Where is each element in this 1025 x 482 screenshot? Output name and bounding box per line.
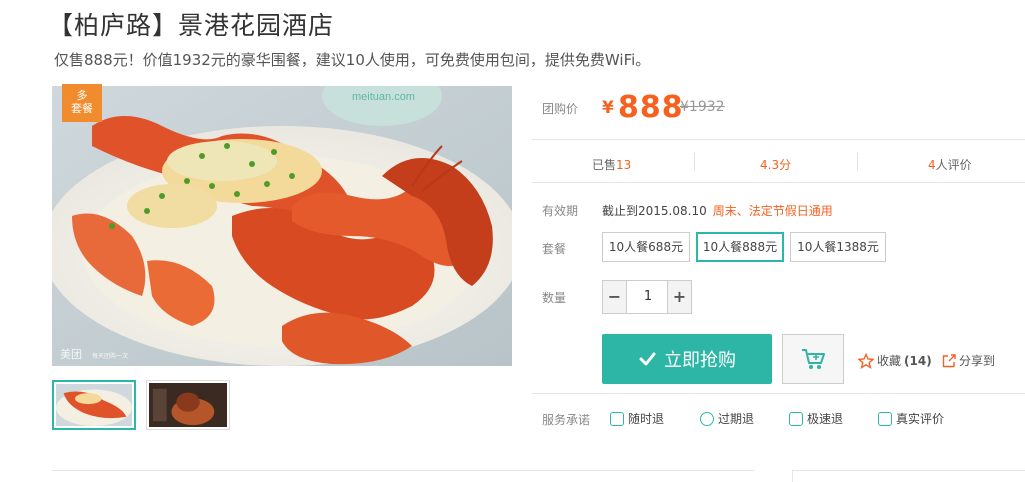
- real-reviews-icon: [878, 411, 892, 426]
- stats-divider: [857, 153, 858, 171]
- share-icon: [942, 353, 956, 367]
- tag-label: 多 套餐: [71, 89, 93, 115]
- service-item-label: 真实评价: [896, 412, 945, 426]
- image-watermark-small: 每天团购一次: [92, 352, 128, 360]
- sold-label: 已售: [592, 158, 617, 172]
- sold-number: 13: [616, 158, 632, 172]
- refund-anytime-icon: [610, 411, 624, 426]
- favorite-button[interactable]: 收藏 (14): [858, 352, 932, 369]
- package-option-1388[interactable]: 10人餐1388元: [790, 232, 886, 262]
- quantity-stepper: − 1 +: [602, 280, 692, 314]
- thumbnail-dish-image: [149, 383, 227, 427]
- page-title: 【柏庐路】景港花园酒店: [48, 11, 335, 40]
- add-to-cart-button[interactable]: [782, 334, 844, 384]
- validity-date: 截止到2015.08.10: [602, 204, 707, 218]
- service-refund-anytime[interactable]: 随时退: [610, 410, 664, 427]
- service-refund-expired[interactable]: 过期退: [700, 410, 754, 427]
- validity-value: 截止到2015.08.10 周末、法定节假日通用: [602, 202, 833, 219]
- multi-package-tag: 多 套餐: [62, 84, 102, 122]
- thumbnail-1[interactable]: [52, 380, 136, 430]
- stats-divider: [694, 153, 695, 171]
- rating-unit: 分: [779, 158, 792, 172]
- quantity-input[interactable]: 1: [627, 281, 669, 313]
- deal-subtitle: 仅售888元！价值1932元的豪华围餐，建议10人使用，可免费使用包间，提供免费…: [54, 51, 651, 69]
- quantity-decrement-button[interactable]: −: [603, 281, 627, 313]
- section-divider: [52, 470, 754, 471]
- package-option-888[interactable]: 10人餐888元: [696, 232, 784, 262]
- quantity-increment-button[interactable]: +: [667, 281, 691, 313]
- favorite-count: (14): [904, 353, 932, 368]
- package-label: 套餐: [542, 242, 567, 256]
- favorite-label: 收藏: [877, 354, 902, 368]
- service-commitments: 服务承诺 随时退 过期退 极速退 真实评价: [532, 393, 1025, 437]
- lobster-dish-illustration: meituan.com 美团 每天团购一次: [52, 86, 512, 366]
- reviews-label: 人评价: [935, 158, 972, 172]
- service-label: 服务承诺: [542, 413, 591, 427]
- currency-symbol: ¥: [602, 98, 614, 118]
- service-item-label: 过期退: [718, 412, 755, 426]
- service-real-reviews[interactable]: 真实评价: [878, 410, 944, 427]
- meituan-logo-watermark: meituan.com: [352, 91, 415, 103]
- price-label: 团购价: [542, 102, 579, 116]
- validity-note: 周末、法定节假日通用: [712, 204, 833, 218]
- price-row: 团购价 ¥ 888 ¥1932: [532, 86, 1025, 140]
- deal-price: 888: [618, 90, 684, 125]
- thumbnail-2[interactable]: [146, 380, 230, 430]
- refund-expired-icon: [700, 411, 714, 426]
- cart-icon: [802, 349, 825, 369]
- section-divider: [792, 470, 1025, 471]
- buy-now-label: 立即抢购: [664, 350, 736, 371]
- image-watermark: 美团: [60, 348, 82, 361]
- reviews-count[interactable]: 4人评价: [928, 156, 972, 173]
- original-price: ¥1932: [680, 99, 725, 115]
- thumbnail-lobster-image: [56, 384, 132, 426]
- buy-now-button[interactable]: 立即抢购: [602, 334, 772, 384]
- service-item-label: 极速退: [807, 412, 844, 426]
- rating-value: 4.3: [760, 158, 780, 172]
- stats-row: 已售13 4.3分 4人评价: [532, 143, 1025, 183]
- star-icon: [858, 352, 874, 369]
- package-option-688[interactable]: 10人餐688元: [602, 232, 690, 262]
- service-item-label: 随时退: [628, 412, 665, 426]
- share-label: 分享到: [959, 354, 996, 368]
- fast-refund-icon: [789, 411, 803, 426]
- service-fast-refund[interactable]: 极速退: [789, 410, 843, 427]
- share-button[interactable]: 分享到: [942, 352, 995, 369]
- main-product-image: meituan.com 美团 每天团购一次: [52, 86, 512, 366]
- validity-label: 有效期: [542, 204, 579, 218]
- quantity-label: 数量: [542, 291, 567, 305]
- rating[interactable]: 4.3分: [760, 156, 791, 173]
- reviews-number: 4: [928, 158, 936, 172]
- section-divider: [792, 470, 793, 482]
- sold-count: 已售13: [592, 156, 631, 173]
- checkmark-icon: [639, 352, 656, 366]
